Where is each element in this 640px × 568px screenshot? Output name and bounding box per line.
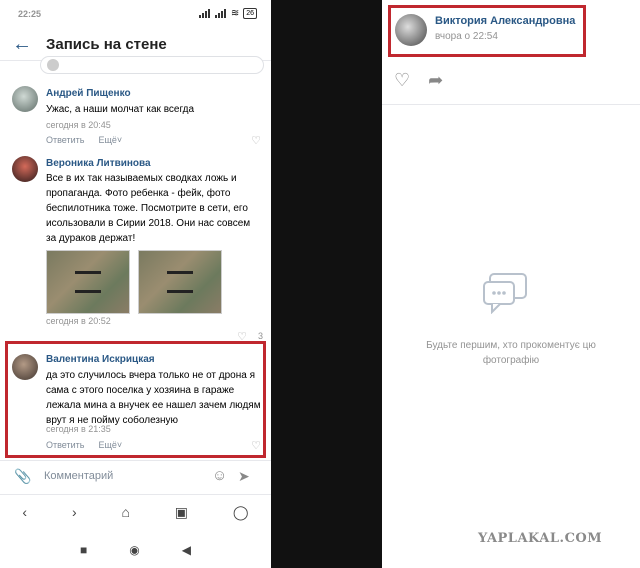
reply-button[interactable]: Ответить (46, 135, 84, 145)
system-nav-bar: ■ ◉ ◀ (0, 532, 271, 568)
drone-image (167, 271, 193, 293)
divider (382, 104, 640, 105)
tabs-icon[interactable]: ▣ (175, 504, 188, 521)
comment-time: сегодня в 20:52 (46, 316, 111, 326)
signal-icon-2 (214, 9, 227, 18)
avatar[interactable] (12, 156, 38, 182)
phone-screen-left: 22:25 ≋ 26 ← Запись на стене Андрей Пище… (0, 0, 271, 568)
profile-icon[interactable]: ◯ (233, 504, 249, 521)
highlight-frame (5, 341, 266, 458)
status-bar: 22:25 ≋ 26 (0, 0, 271, 28)
back-arrow-icon[interactable]: ← (12, 33, 32, 56)
comment-text: Ужас, а наши молчат как всегда (46, 104, 195, 115)
more-button[interactable]: Ещё˅ (98, 135, 122, 145)
phone-screen-right: Виктория Александровна вчора о 22:54 ♡ ➦… (382, 0, 640, 568)
wifi-icon: ≋ (230, 8, 240, 19)
watermark: YAPLAKAL.COM (478, 531, 603, 546)
comment-author[interactable]: Андрей Пищенко (46, 88, 131, 99)
empty-comments-text: Будьте першим, хто прокоментує цю фотогр… (426, 340, 596, 366)
back-chevron-icon[interactable]: ‹ (22, 504, 27, 520)
browser-navbar: ‹ › ⌂ ▣ ◯ (0, 494, 271, 529)
back-triangle-icon[interactable]: ◀ (182, 543, 191, 557)
avatar[interactable] (12, 86, 38, 112)
comment-item: Вероника Литвинова Все в их так называем… (0, 150, 271, 343)
comment-photo[interactable] (138, 250, 222, 314)
comment-item: Андрей Пищенко Ужас, а наши молчат как в… (0, 80, 271, 150)
recents-square-icon[interactable]: ■ (80, 543, 87, 557)
comment-author[interactable]: Вероника Литвинова (46, 158, 151, 169)
like-heart-icon[interactable]: ♡ (251, 134, 261, 147)
share-arrow-icon[interactable]: ➦ (428, 70, 443, 91)
home-icon[interactable]: ⌂ (121, 504, 129, 520)
comment-input-pill[interactable] (40, 56, 264, 74)
avatar (47, 59, 59, 71)
like-heart-icon[interactable]: ♡ (394, 70, 410, 91)
highlight-frame (388, 5, 586, 57)
send-icon[interactable]: ➤ (238, 468, 250, 485)
comment-composer: 📎 Комментарий ☺ ➤ (0, 460, 271, 493)
post-actions: ♡ ➦ (394, 70, 443, 91)
drone-image (75, 271, 101, 293)
like-count: 3 (257, 331, 263, 341)
home-circle-icon[interactable]: ◉ (129, 543, 139, 557)
emoji-icon[interactable]: ☺ (212, 467, 227, 484)
comments-bubble-icon (483, 273, 527, 314)
chevron-down-icon: ˅ (116, 135, 123, 145)
paperclip-icon[interactable]: 📎 (14, 468, 31, 485)
comment-photo[interactable] (46, 250, 130, 314)
more-label: Ещё (98, 135, 117, 145)
forward-chevron-icon[interactable]: › (72, 504, 77, 520)
comment-text: Все в их так называемых сводках ложь и п… (46, 173, 251, 244)
comment-time: сегодня в 20:45 (46, 120, 111, 130)
signal-icon (198, 9, 211, 18)
page-title: Запись на стене (46, 36, 167, 53)
comment-input[interactable]: Комментарий (44, 470, 113, 482)
battery-indicator: 26 (243, 8, 257, 19)
status-time: 22:25 (18, 9, 42, 19)
